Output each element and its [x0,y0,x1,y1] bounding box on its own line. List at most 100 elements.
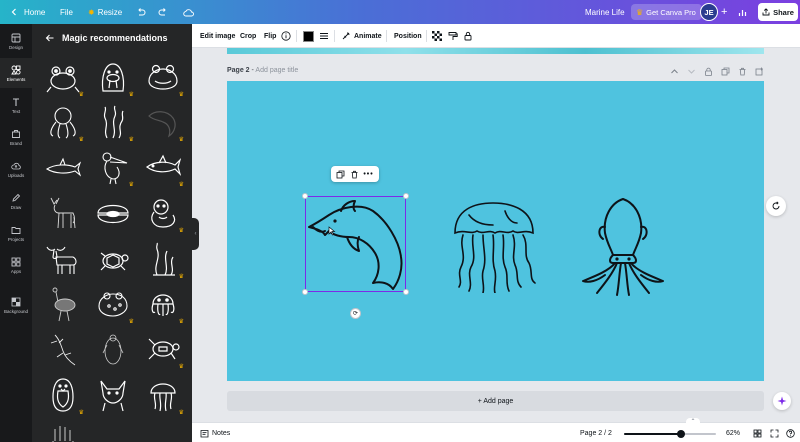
line-weight-button[interactable] [319,24,329,48]
panel-collapse-button[interactable]: ‹ [192,218,199,250]
element-thumb-frog-outline[interactable]: ♛ [142,56,184,98]
trash-icon[interactable] [738,67,747,76]
element-thumb-lizard[interactable] [42,328,84,370]
share-button[interactable]: Share [758,3,798,21]
refresh-button[interactable] [766,196,786,216]
rail-item-draw[interactable]: Draw [0,186,32,216]
rail-item-background[interactable]: Background [0,290,32,320]
cloud-save-button[interactable] [183,0,194,24]
element-thumb-dolphin[interactable]: ♛ [142,101,184,143]
rotate-handle[interactable]: ⟳ [350,308,361,319]
notes-button[interactable]: Notes [200,423,230,442]
element-thumb-shark[interactable] [42,146,84,188]
rail-item-elements[interactable]: Elements [0,58,32,88]
crown-icon: ♛ [178,274,184,280]
chevron-up-icon[interactable] [670,67,679,76]
element-thumb-turtle[interactable] [92,238,134,280]
previous-page-preview[interactable] [227,48,764,54]
element-thumb-clam[interactable] [92,192,134,234]
magic-assistant-button[interactable] [773,392,791,410]
element-thumb-kelp[interactable]: ♛ [142,238,184,280]
page-panel-toggle[interactable]: ⌃ [686,418,700,426]
resize-handle-top-left[interactable] [302,193,308,199]
get-canva-pro-button[interactable]: ♛ Get Canva Pro [631,4,702,20]
rail-item-apps[interactable]: Apps [0,250,32,280]
element-thumb-sea-turtle[interactable]: ♛ [142,328,184,370]
page-label[interactable]: Page 2 - Add page title [227,67,298,74]
element-thumb-penguin[interactable]: ♛ [42,374,84,416]
resize-handle-top-right[interactable] [403,193,409,199]
element-thumb-pelican[interactable]: ♛ [92,146,134,188]
element-thumb-deer[interactable] [42,192,84,234]
element-thumb-frog[interactable]: ♛ [42,56,84,98]
duplicate-page-icon[interactable] [721,67,730,76]
help-button[interactable] [786,423,795,442]
rail-item-design[interactable]: Design [0,26,32,56]
add-collaborator-button[interactable]: + [721,0,727,24]
element-thumb-walrus[interactable]: ♛ [92,56,134,98]
rail-item-uploads[interactable]: Uploads [0,154,32,184]
edit-image-button[interactable]: Edit image [200,24,235,48]
lock-button[interactable] [463,24,473,48]
add-page-icon[interactable] [755,67,764,76]
element-thumb-octopus-cute[interactable]: ♛ [142,283,184,325]
info-button[interactable] [281,24,291,48]
element-thumb-seaweed[interactable]: ♛ [92,101,134,143]
home-button[interactable]: Home [10,0,45,24]
resize-handle-bottom-right[interactable] [403,289,409,295]
rail-label: Draw [10,204,22,210]
squid-graphic[interactable] [579,197,667,297]
redo-button[interactable] [158,0,168,24]
animate-button[interactable]: Animate [341,24,382,48]
doc-title[interactable]: Marine Life [585,0,625,24]
rail-item-text[interactable]: Text [0,90,32,120]
zoom-level[interactable]: 62% [726,423,740,442]
back-button[interactable] [45,33,59,43]
duplicate-icon[interactable] [336,170,345,179]
element-thumb-moose[interactable] [42,238,84,280]
element-thumb-hand[interactable] [42,418,84,442]
crown-icon: ♛ [128,182,134,188]
stats-button[interactable] [738,0,747,24]
fullscreen-button[interactable] [770,423,779,442]
color-button[interactable] [303,24,314,48]
rail-item-projects[interactable]: Projects [0,218,32,248]
crop-label: Crop [240,32,257,40]
rail-label: Brand [9,140,22,146]
element-thumb-otter[interactable]: ♛ [142,192,184,234]
element-thumb-octopus[interactable]: ♛ [42,101,84,143]
file-menu-button[interactable]: File [60,0,73,24]
element-thumb-jellyfish[interactable]: ♛ [142,374,184,416]
resize-handle-bottom-left[interactable] [302,289,308,295]
info-icon [281,31,291,41]
page-indicator[interactable]: Page 2 / 2 [580,423,612,442]
add-page-button[interactable]: + Add page [227,391,764,411]
undo-button[interactable] [136,0,146,24]
page-title-input[interactable]: Add page title [255,67,298,74]
element-thumb-toad[interactable]: ♛ [92,283,134,325]
zoom-slider-knob[interactable] [677,430,686,438]
selection-box[interactable] [305,196,406,292]
rotate-icon: ⟳ [352,311,359,317]
toolbar-divider [426,30,427,42]
moose-icon [46,246,77,274]
position-button[interactable]: Position [394,24,422,48]
more-options-icon[interactable]: ••• [363,171,373,178]
grid-view-button[interactable] [753,423,762,442]
element-thumb-ostrich[interactable] [42,283,84,325]
jellyfish-graphic[interactable] [449,201,539,293]
chevron-down-icon[interactable] [687,67,696,76]
element-thumb-shark-outline[interactable]: ♛ [142,146,184,188]
flip-button[interactable]: Flip [264,24,276,48]
zoom-slider[interactable] [624,430,716,438]
lock-icon[interactable] [704,67,713,76]
crop-button[interactable]: Crop [240,24,256,48]
transparency-button[interactable] [432,24,442,48]
resize-button[interactable]: ✸ Resize [88,0,122,24]
element-thumb-fox[interactable] [92,374,134,416]
style-paint-button[interactable] [448,24,458,48]
trash-icon[interactable] [350,170,359,179]
element-thumb-penguin-sketch[interactable] [92,328,134,370]
avatar[interactable]: JE [700,3,718,21]
rail-item-brand[interactable]: Brand [0,122,32,152]
